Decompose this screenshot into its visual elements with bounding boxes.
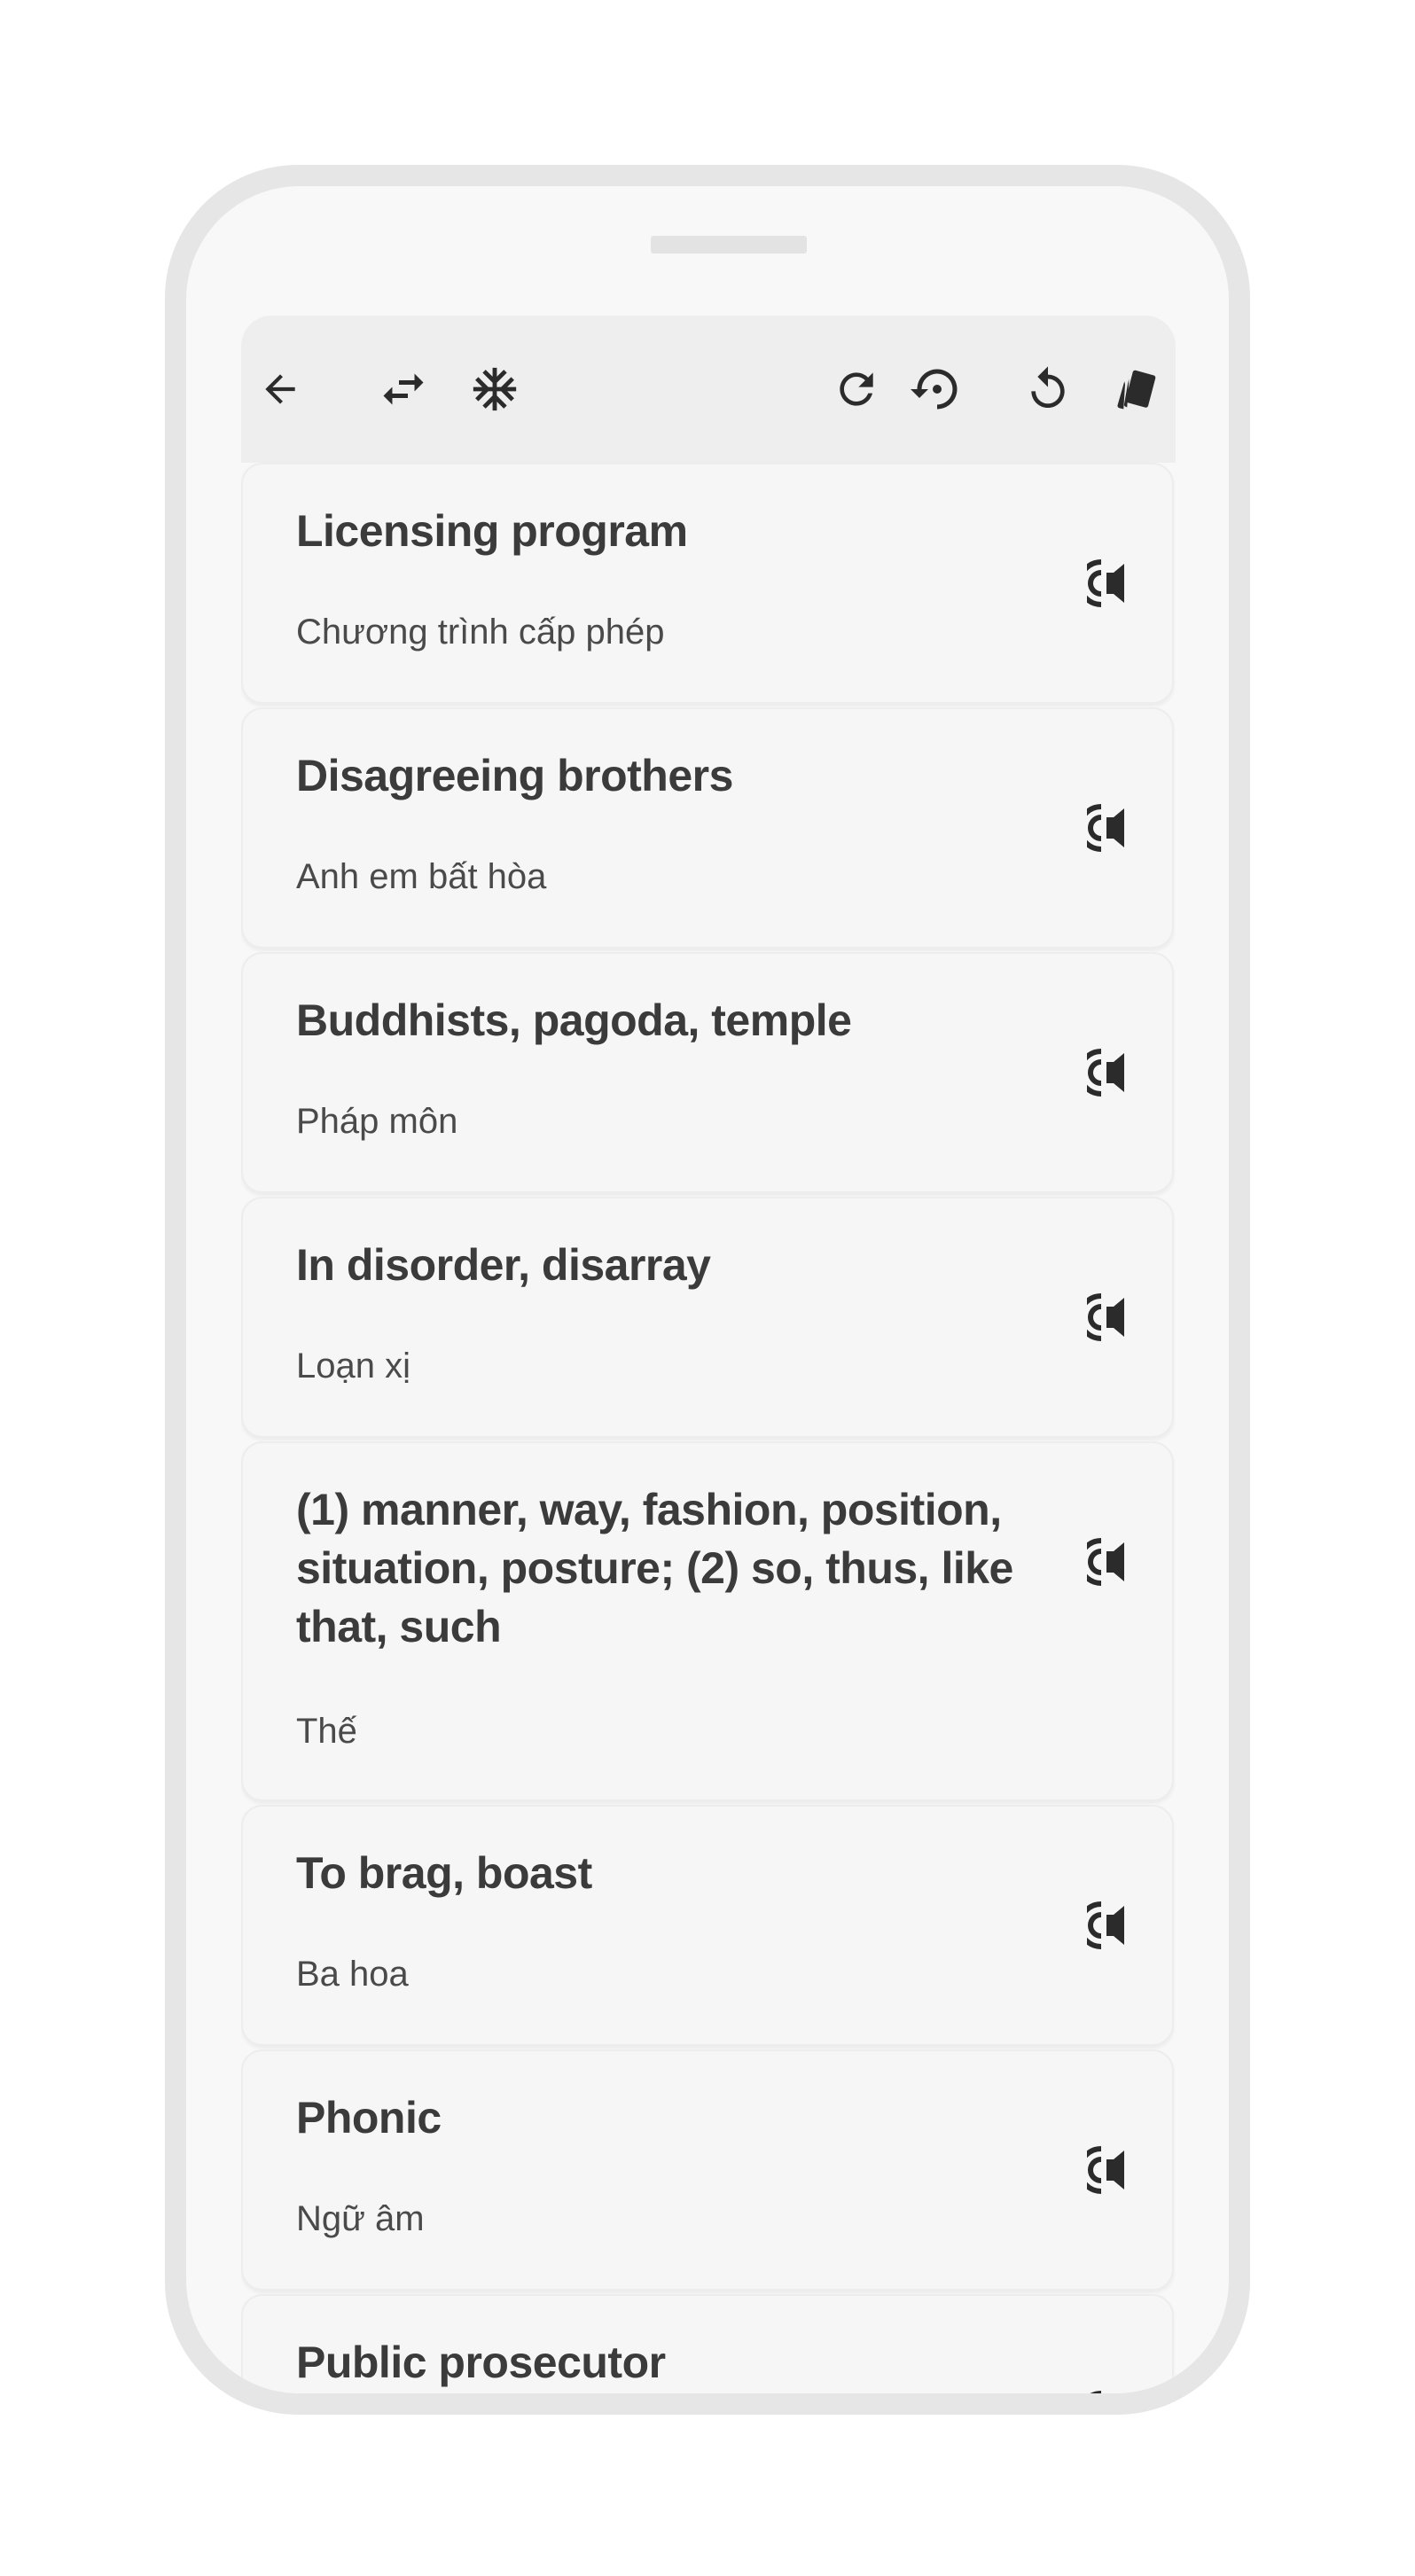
restore-history-icon <box>911 363 964 416</box>
speaker-icon <box>1077 1292 1133 1347</box>
card-english: Buddhists, pagoda, temple <box>296 995 852 1045</box>
cards-button[interactable] <box>1098 350 1176 428</box>
card-english: Licensing program <box>296 506 688 556</box>
phrase-card[interactable]: Disagreeing brothers Anh em bất hòa <box>241 707 1174 948</box>
card-english: In disorder, disarray <box>296 1240 711 1290</box>
swap-arrows-icon <box>377 363 430 416</box>
speaker-icon <box>1077 2145 1133 2199</box>
speaker-icon <box>1077 1901 1133 1955</box>
rotate-button[interactable] <box>1009 350 1087 428</box>
card-vietnamese: Ngữ âm <box>296 2199 425 2238</box>
card-vietnamese: Thế <box>296 1712 357 1751</box>
flashcard-app: Licensing program Chương trình cấp phép … <box>241 316 1176 2393</box>
card-vietnamese: Loạn xị <box>296 1347 410 1386</box>
speak-button[interactable] <box>1075 2381 1145 2393</box>
swap-button[interactable] <box>364 350 442 428</box>
card-english: (1) manner, way, fashion, position, situ… <box>296 1485 1013 1651</box>
snowflake-icon <box>469 363 520 415</box>
cards-icon <box>1110 363 1163 416</box>
card-vietnamese: Anh em bất hòa <box>296 857 547 896</box>
phrase-card[interactable]: Buddhists, pagoda, temple Pháp môn <box>241 952 1174 1193</box>
restore-button[interactable] <box>898 350 976 428</box>
speak-button[interactable] <box>1075 2136 1145 2207</box>
speaker-icon <box>1077 1537 1133 1591</box>
phrase-card[interactable]: Licensing program Chương trình cấp phép <box>241 463 1174 704</box>
speaker-icon <box>1087 2390 1133 2393</box>
card-english: Phonic <box>296 2093 442 2143</box>
phrase-card[interactable]: Phonic Ngữ âm <box>241 2049 1174 2291</box>
phrase-card[interactable]: To brag, boast Ba hoa <box>241 1805 1174 2046</box>
phrase-card[interactable]: (1) manner, way, fashion, position, situ… <box>241 1441 1174 1801</box>
card-vietnamese: Ba hoa <box>296 1955 409 1994</box>
refresh-icon <box>832 364 881 414</box>
card-vietnamese: Chương trình cấp phép <box>296 613 665 652</box>
speak-button[interactable] <box>1075 794 1145 865</box>
card-english: Public prosecutor <box>296 2338 666 2387</box>
rotate-icon <box>1023 364 1073 414</box>
speaker-icon <box>1077 558 1133 613</box>
speak-button[interactable] <box>1075 1528 1145 1599</box>
phone-frame: Licensing program Chương trình cấp phép … <box>165 165 1250 2415</box>
refresh-button[interactable] <box>817 350 895 428</box>
speak-button[interactable] <box>1075 1892 1145 1963</box>
card-english: To brag, boast <box>296 1848 592 1898</box>
speak-button[interactable] <box>1075 550 1145 621</box>
phone-speaker <box>651 236 807 254</box>
back-button[interactable] <box>241 350 319 428</box>
speak-button[interactable] <box>1075 1039 1145 1110</box>
card-vietnamese: Pháp môn <box>296 1102 458 1141</box>
arrow-left-icon <box>258 367 302 411</box>
phrase-card[interactable]: Public prosecutor <box>241 2294 1174 2393</box>
phone-screen: Licensing program Chương trình cấp phép … <box>186 186 1229 2393</box>
phrase-card[interactable]: In disorder, disarray Loạn xị <box>241 1197 1174 1438</box>
toolbar <box>241 316 1176 463</box>
freeze-button[interactable] <box>456 350 534 428</box>
speak-button[interactable] <box>1075 1284 1145 1354</box>
speaker-icon <box>1077 1048 1133 1102</box>
card-english: Disagreeing brothers <box>296 751 733 800</box>
speaker-icon <box>1077 803 1133 857</box>
